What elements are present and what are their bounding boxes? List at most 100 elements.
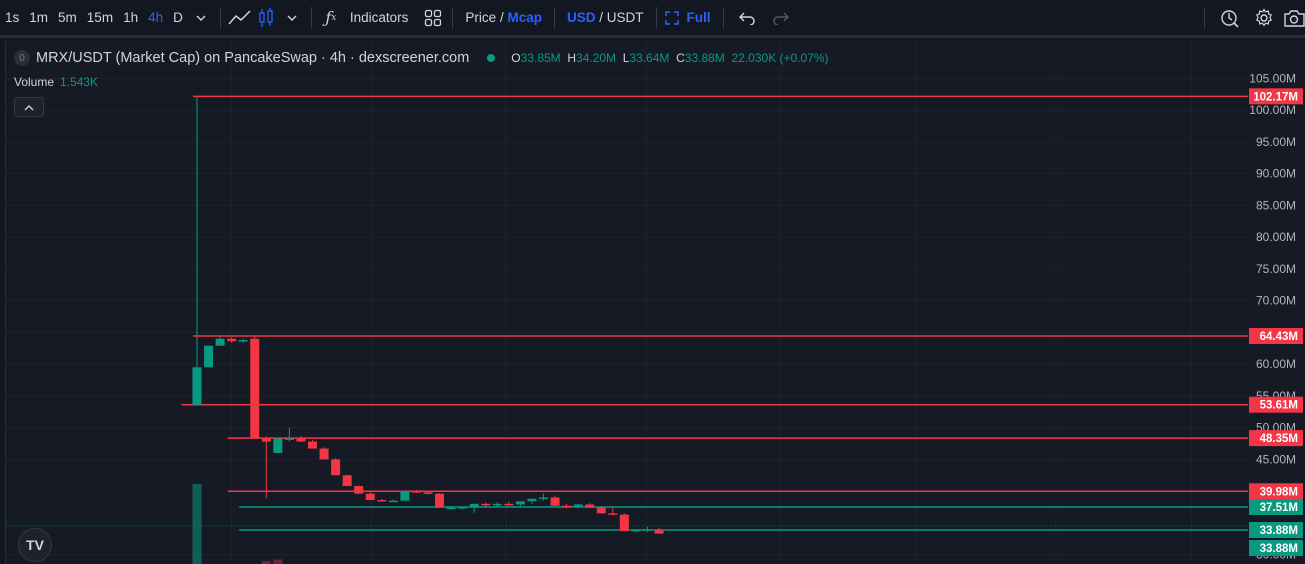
candle-body [446,507,456,510]
camera-snapshot-icon[interactable] [1283,5,1305,31]
candle-body [492,503,502,506]
interval-group: 1s 1m 5m 15m 1h 4h D [0,10,188,25]
collapse-legend-button[interactable] [14,97,44,117]
currency-toggle[interactable]: USD / USDT [561,10,650,25]
candle-body [527,498,537,502]
price-axis-tick-label: 45.00M [1256,452,1296,466]
mcap-option[interactable]: Mcap [507,10,542,25]
toolbar-divider [452,6,454,29]
close-label: C [676,51,685,65]
price-axis-tick-label: 75.00M [1256,262,1296,276]
toolbar-divider [655,6,657,29]
candle-body [504,503,514,506]
candle-body [284,438,294,440]
open-label: O [511,51,521,65]
price-mcap-separator: / [499,10,504,25]
chart-type-dropdown-chevron-icon[interactable] [279,5,305,31]
ohlc-values: O33.85M H34.20M L33.64M C33.88M 22.030K … [511,51,828,65]
usdt-option[interactable]: USDT [607,10,644,25]
level-price-tag-label: 33.88M [1260,525,1298,537]
fullscreen-icon[interactable] [663,5,681,31]
toolbar-divider [310,6,312,29]
candle-body [388,500,398,503]
fx-indicators-icon[interactable]: ƒx [318,5,344,31]
line-chart-type-icon[interactable] [227,5,253,31]
candle-body [365,493,375,501]
interval-5m[interactable]: 5m [53,10,82,25]
candle-body [227,338,237,342]
candle-body [654,530,664,534]
candle-body [458,507,468,509]
candle-body [342,475,352,487]
currency-separator: / [599,10,604,25]
level-price-tag-label: 39.98M [1260,486,1298,498]
low-value: 33.64M [629,51,670,65]
change-value: 22.030K (+0.07%) [731,51,829,65]
interval-4h[interactable]: 4h [143,10,168,25]
high-label: H [567,51,577,65]
candle-body [204,345,214,368]
volume-legend: Volume 1.543K [14,75,98,89]
candle-body [435,493,445,508]
current-price-tag-label: 33.88M [1260,543,1298,555]
toolbar-divider [553,6,555,29]
level-price-tag-label: 37.51M [1260,502,1298,514]
volume-value: 1.543K [60,75,99,89]
interval-1s[interactable]: 1s [0,10,24,25]
level-price-tag-label: 102.17M [1253,91,1298,103]
candles-chart-type-icon[interactable] [253,5,279,31]
close-value: 33.88M [684,51,725,65]
price-axis-tick-label: 100.00M [1249,103,1296,117]
redo-icon[interactable] [768,5,794,31]
price-axis-tick-label: 90.00M [1256,167,1296,181]
candle-body [261,437,271,442]
top-toolbar: 1s 1m 5m 15m 1h 4h D ƒx Indicators Price / Mca… [0,0,1305,38]
candle-body [539,497,548,499]
candle-body [619,514,629,532]
price-axis-tick-label: 80.00M [1256,230,1296,244]
candle-body [481,503,491,506]
usd-option[interactable]: USD [567,10,596,25]
interval-1h[interactable]: 1h [118,10,143,25]
price-option[interactable]: Price [465,10,496,25]
price-mcap-toggle[interactable]: Price / Mcap [459,10,548,25]
chart-area[interactable]: 30.00M45.00M50.00M55.00M60.00M65.00M70.0… [5,41,1305,564]
price-axis-tick-label: 70.00M [1256,294,1296,308]
quick-search-icon[interactable] [1217,5,1243,31]
candle-body [562,505,572,508]
candle-body [423,492,433,494]
candle-body [296,438,306,442]
candle-body [215,338,225,346]
chart-legend: 0 MRX/USDT (Market Cap) on PancakeSwap ·… [14,50,829,66]
candle-body [585,504,595,508]
full-button[interactable]: Full [681,10,717,25]
interval-15m[interactable]: 15m [82,10,118,25]
interval-1m[interactable]: 1m [24,10,53,25]
layout-grid-icon[interactable] [420,5,446,31]
candle-body [273,438,283,454]
price-chart[interactable]: 30.00M45.00M50.00M55.00M60.00M65.00M70.0… [6,41,1305,564]
level-price-tag-label: 64.43M [1260,331,1298,343]
candle-body [331,459,341,476]
candle-body [250,338,260,438]
open-value: 33.85M [520,51,561,65]
candle-body [608,513,618,515]
candle-body [238,339,248,342]
settings-gear-icon[interactable] [1251,5,1277,31]
candle-body [400,491,410,501]
price-axis-tick-label: 105.00M [1249,71,1296,85]
candle-body [550,497,560,506]
interval-dropdown-chevron-icon[interactable] [188,5,214,31]
undo-icon[interactable] [734,5,760,31]
interval-D[interactable]: D [168,10,188,25]
indicators-button[interactable]: Indicators [344,10,415,25]
tradingview-logo[interactable]: TV [18,528,52,562]
candle-body [515,501,525,505]
candle-body [319,448,329,460]
legend-badge[interactable]: 0 [14,50,30,66]
candle-body [411,491,421,493]
market-status-dot-icon [487,54,496,62]
candle-body [642,529,652,531]
level-price-tag-label: 53.61M [1260,400,1298,412]
toolbar-divider [722,6,724,29]
